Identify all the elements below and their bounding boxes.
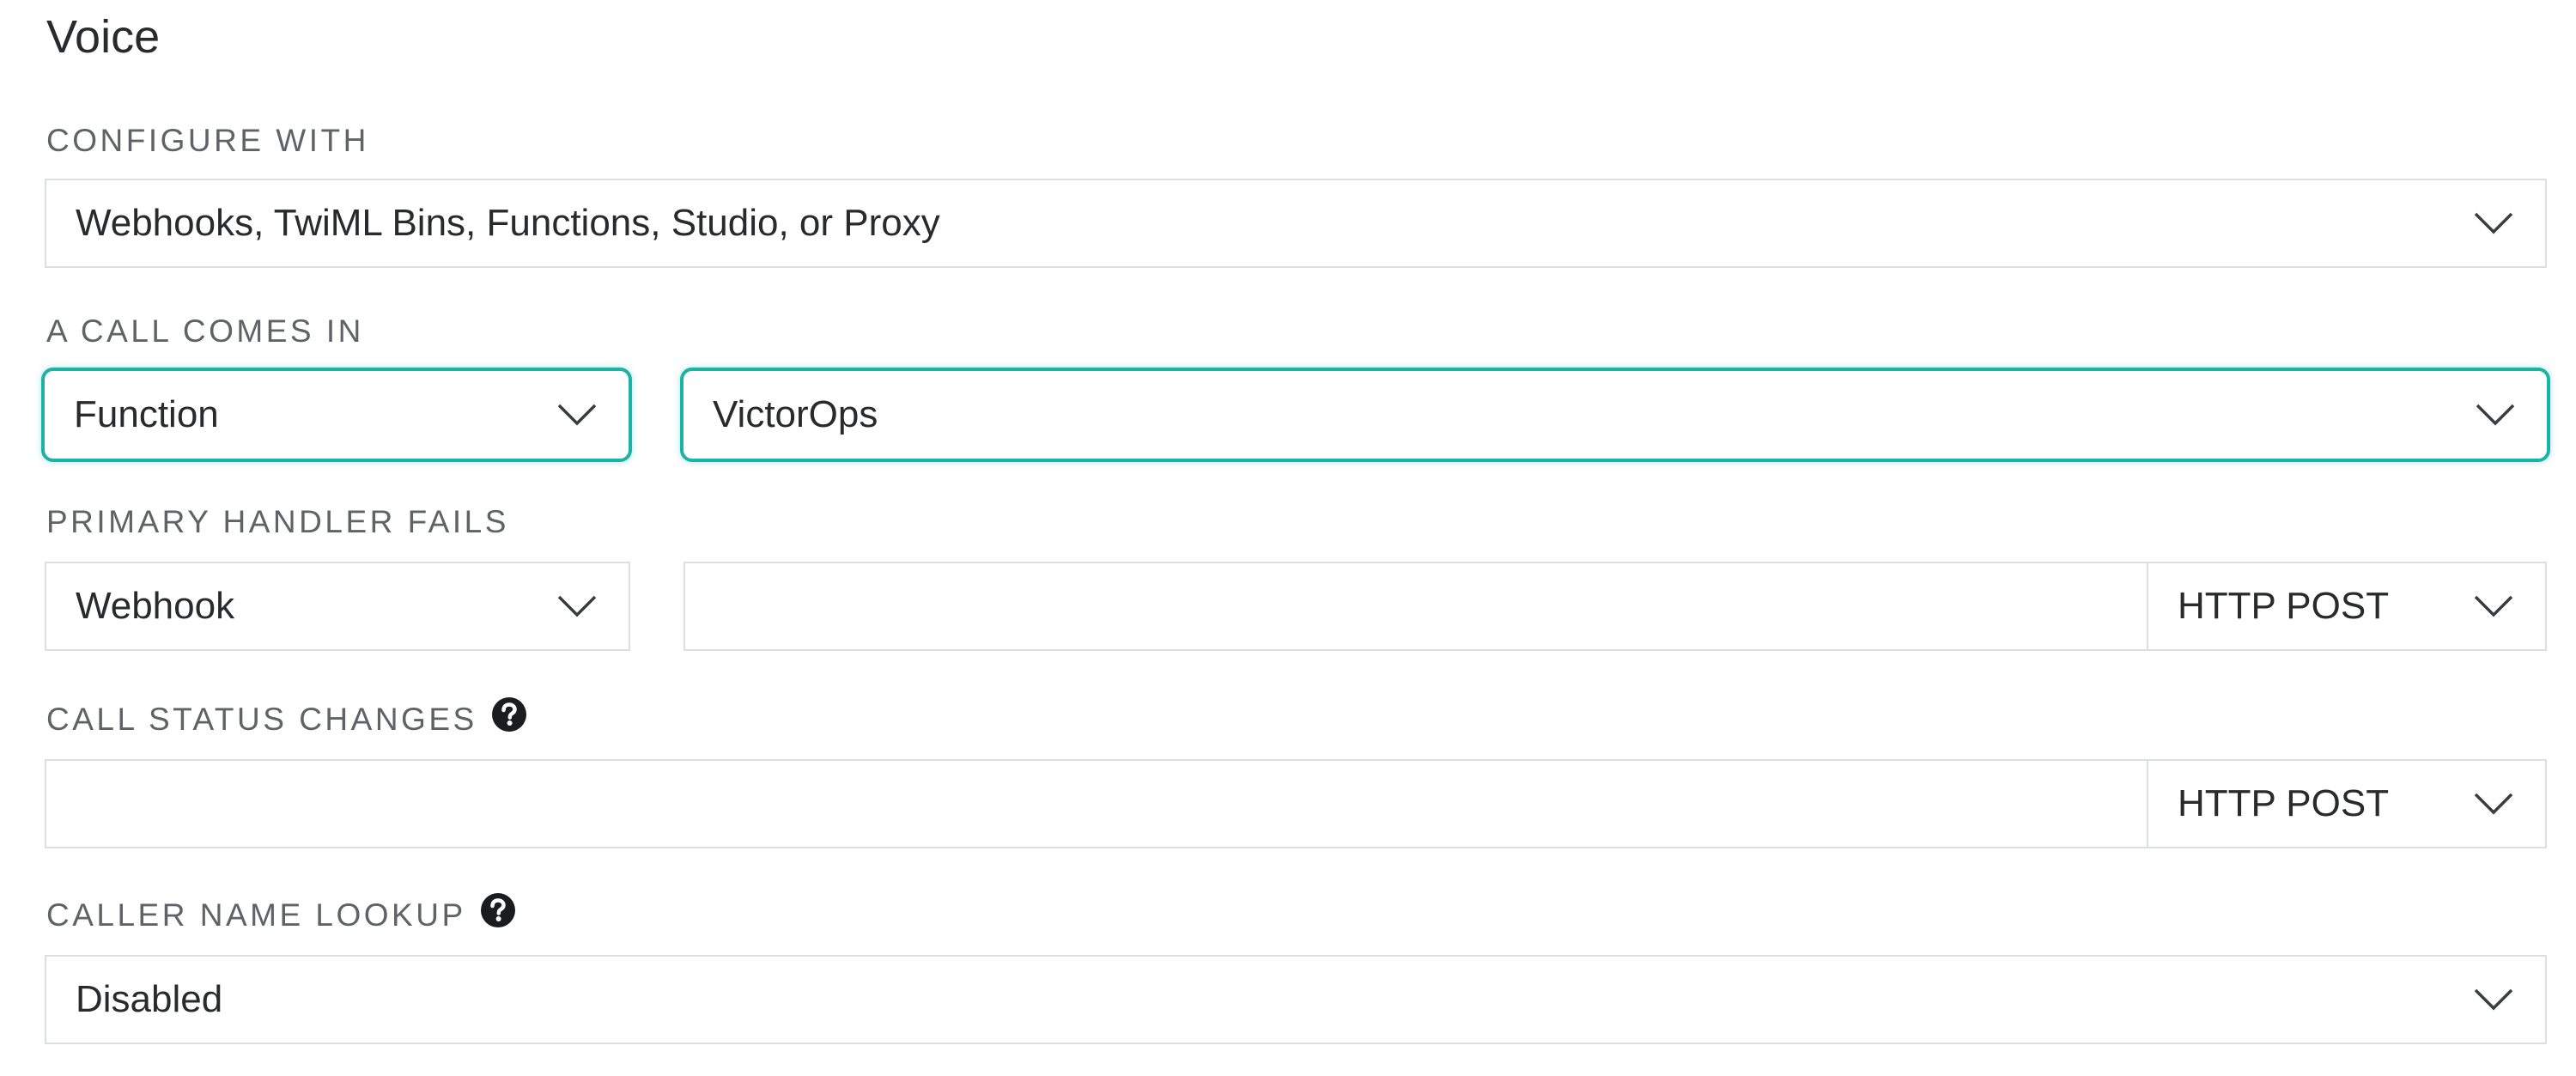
primary-handler-type-select[interactable]: Webhook xyxy=(45,562,630,651)
configure-with-value: Webhooks, TwiML Bins, Functions, Studio,… xyxy=(76,202,940,244)
chevron-down-icon xyxy=(2476,404,2515,426)
call-comes-in-function-value: VictorOps xyxy=(713,393,878,435)
caller-name-lookup-label: CALLER NAME LOOKUP xyxy=(46,897,466,933)
call-comes-in-label: A CALL COMES IN xyxy=(46,313,364,349)
section-title: Voice xyxy=(46,11,161,63)
call-status-method-select[interactable]: HTTP POST xyxy=(2147,759,2547,848)
chevron-down-icon xyxy=(2474,988,2513,1011)
chevron-down-icon xyxy=(557,595,597,617)
chevron-down-icon xyxy=(557,404,597,426)
primary-handler-method-value: HTTP POST xyxy=(2178,585,2390,627)
primary-handler-url-input[interactable] xyxy=(685,563,2147,649)
call-status-changes-label: CALL STATUS CHANGES xyxy=(46,702,477,737)
call-status-changes-label-row: CALL STATUS CHANGES xyxy=(46,697,527,739)
chevron-down-icon xyxy=(2474,595,2513,617)
caller-name-lookup-label-row: CALLER NAME LOOKUP xyxy=(46,893,516,934)
call-status-method-value: HTTP POST xyxy=(2178,782,2390,824)
primary-handler-fails-label: PRIMARY HANDLER FAILS xyxy=(46,504,509,539)
question-circle-icon[interactable] xyxy=(491,696,527,733)
call-comes-in-type-value: Function xyxy=(74,393,219,435)
configure-with-label: CONFIGURE WITH xyxy=(46,123,369,158)
call-status-url-input[interactable] xyxy=(46,761,2147,847)
caller-name-lookup-select[interactable]: Disabled xyxy=(45,955,2547,1044)
call-comes-in-function-select[interactable]: VictorOps xyxy=(680,368,2550,462)
question-circle-icon[interactable] xyxy=(480,892,516,928)
chevron-down-icon xyxy=(2474,212,2513,234)
call-comes-in-type-select[interactable]: Function xyxy=(41,368,632,462)
caller-name-lookup-value: Disabled xyxy=(76,978,223,1020)
primary-handler-method-select[interactable]: HTTP POST xyxy=(2147,562,2547,651)
primary-handler-type-value: Webhook xyxy=(76,585,235,627)
chevron-down-icon xyxy=(2474,793,2513,815)
primary-handler-url-field[interactable] xyxy=(683,562,2148,651)
configure-with-select[interactable]: Webhooks, TwiML Bins, Functions, Studio,… xyxy=(45,179,2547,268)
call-status-url-field[interactable] xyxy=(45,759,2148,848)
